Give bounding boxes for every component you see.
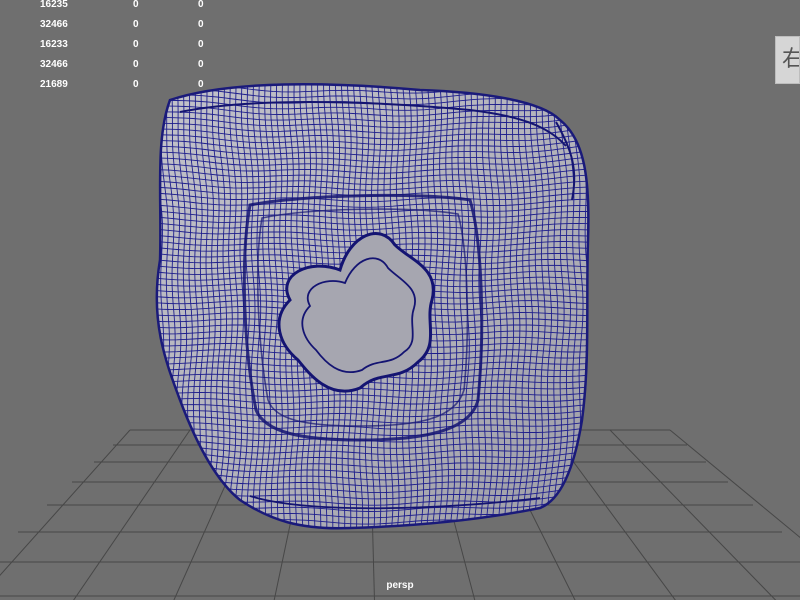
perspective-viewport[interactable]: 16235 0 0 32466 0 0 16233 0 0 32466 0 0 …	[0, 0, 800, 600]
hud-value: 0	[198, 39, 204, 50]
view-cube-widget[interactable]: 右	[775, 36, 800, 84]
hud-value: 0	[133, 39, 139, 50]
hud-row-faces: 16233 0 0	[0, 38, 230, 52]
hud-value: 0	[198, 59, 204, 70]
cube-mesh[interactable]	[144, 78, 608, 543]
view-cube-glyph: 右	[782, 48, 799, 72]
hud-value: 0	[133, 0, 139, 10]
hud-value: 16235	[40, 0, 68, 10]
hud-value: 0	[133, 19, 139, 30]
camera-name-label: persp	[386, 580, 414, 591]
hud-value: 32466	[40, 19, 68, 30]
hud-value: 0	[133, 79, 139, 90]
hud-value: 0	[198, 79, 204, 90]
hud-value: 16233	[40, 39, 68, 50]
hud-row-tris: 32466 0 0	[0, 58, 230, 72]
hud-row-edges: 32466 0 0	[0, 18, 230, 32]
hud-value: 0	[198, 19, 204, 30]
hud-value: 32466	[40, 59, 68, 70]
hud-value: 0	[133, 59, 139, 70]
hud-value: 21689	[40, 79, 68, 90]
hud-value: 0	[198, 0, 204, 10]
hud-row-verts: 16235 0 0	[0, 0, 230, 12]
hud-row-uvs: 21689 0 0	[0, 78, 230, 92]
